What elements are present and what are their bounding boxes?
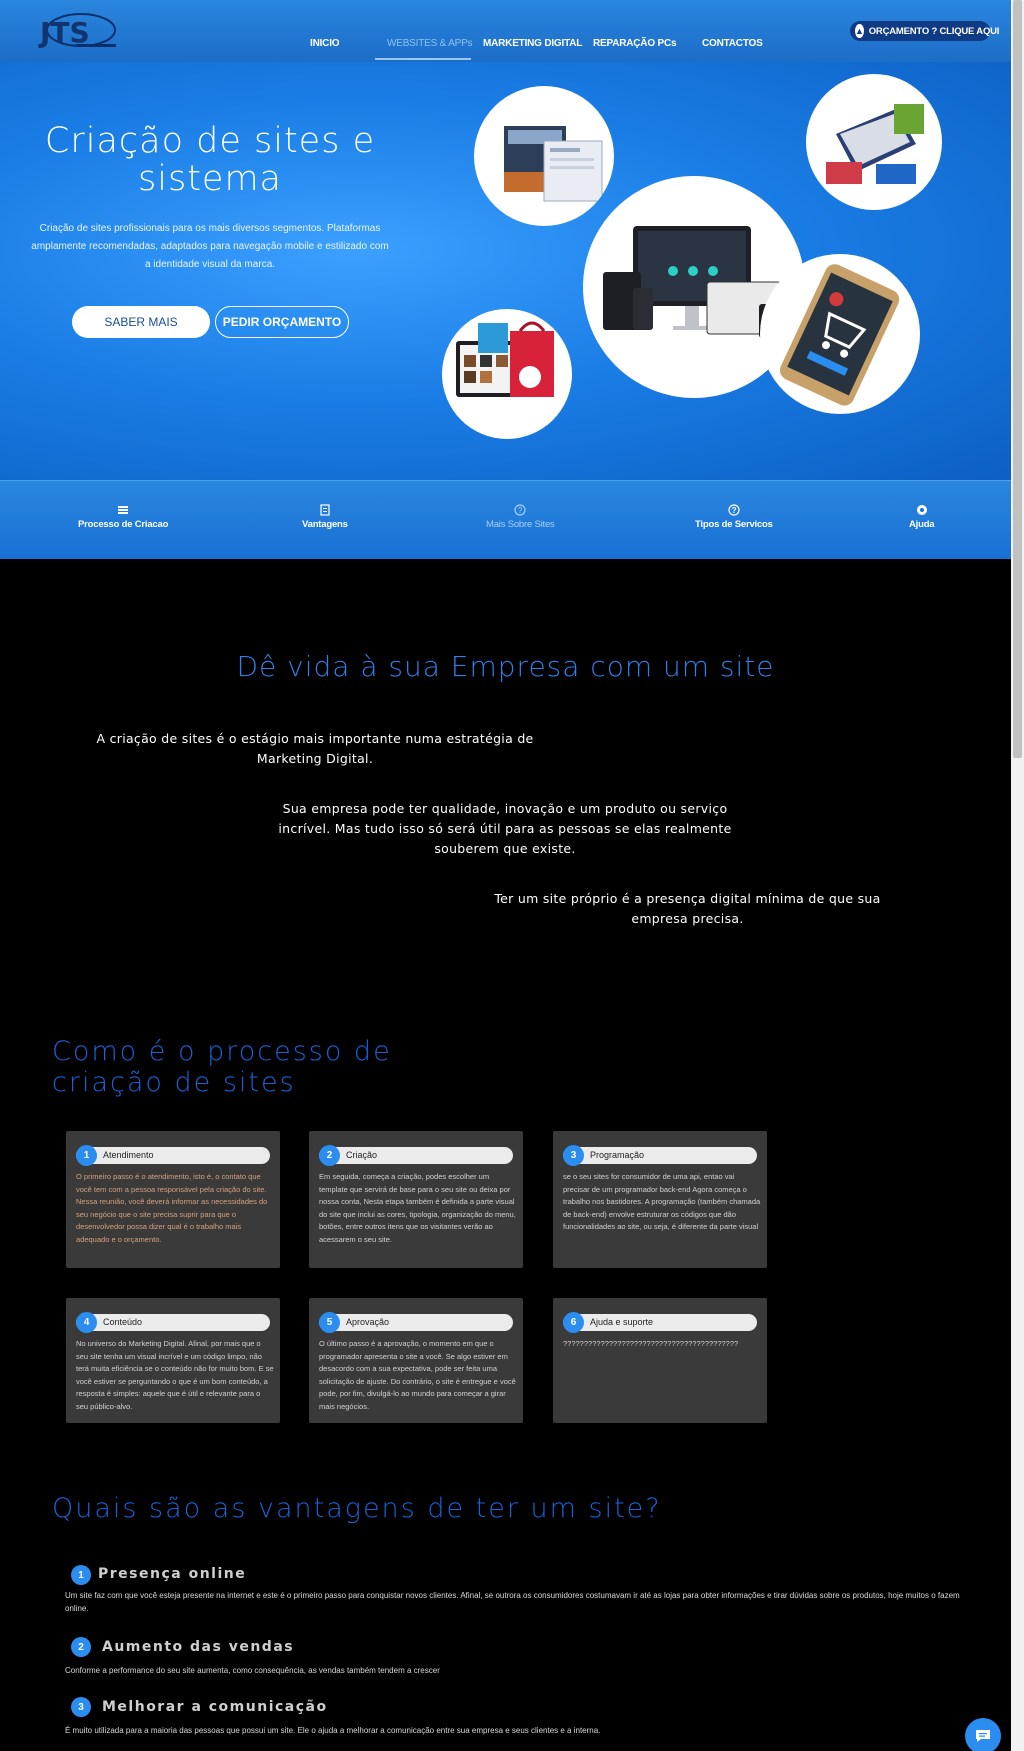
intro-paragraph-2: Sua empresa pode ter qualidade, inovação… <box>278 801 732 856</box>
tab-label: Ajuda <box>909 519 935 530</box>
advantage-text-3: É muito utilizada para a maioria das pes… <box>65 1726 601 1735</box>
active-nav-indicator <box>375 58 471 60</box>
card-text: ????????????????????????????????????????… <box>563 1339 739 1348</box>
hero-description: Criação de sites profissionais para os m… <box>31 223 389 270</box>
step-number: 5 <box>319 1312 340 1333</box>
advantages-section-title: Quais são as vantagens de ter um site? <box>52 1493 662 1524</box>
advantage-number: 2 <box>71 1637 91 1657</box>
process-card-2: 2 Criação Em seguida, começa a criação, … <box>309 1131 523 1268</box>
saber-mais-button[interactable]: SABER MAIS <box>72 306 210 338</box>
advantage-text-1: Um site faz com que você esteja presente… <box>65 1591 960 1613</box>
advantage-number: 3 <box>71 1697 91 1717</box>
quote-button-label: ORÇAMENTO ? CLIQUE AQUI <box>868 25 1000 37</box>
intro-title: Dê vida à sua Empresa com um site <box>236 650 775 683</box>
advantage-title-3: Melhorar a comunicação <box>102 1699 328 1715</box>
svg-text:?: ? <box>732 506 737 515</box>
step-number: 6 <box>563 1312 584 1333</box>
advantage-title-2: Aumento das vendas <box>102 1639 295 1655</box>
process-card-5: 5 Aprovação O último passo é a aprovação… <box>309 1298 523 1423</box>
chat-icon <box>976 1730 990 1742</box>
quote-button[interactable]: ▲ ORÇAMENTO ? CLIQUE AQUI <box>850 21 999 41</box>
step-number: 3 <box>563 1145 584 1166</box>
document-icon <box>320 504 330 516</box>
card-text: Em seguida, começa a criação, podes esco… <box>319 1172 516 1244</box>
site-logo[interactable]: JTS <box>36 10 118 50</box>
card-text: No universo do Marketing Digital. Afinal… <box>76 1339 274 1411</box>
process-card-4: 4 Conteúdo No universo do Marketing Digi… <box>66 1298 280 1423</box>
card-title: Atendimento <box>103 1150 154 1160</box>
advantage-number: 1 <box>71 1565 91 1585</box>
tab-label: Mais Sobre Sites <box>486 519 555 530</box>
tab-tipos-servicos[interactable]: ? Tipos de Servicos <box>695 504 773 530</box>
nav-websites-apps[interactable]: WEBSITES & APPs <box>387 38 473 49</box>
tab-ajuda[interactable]: Ajuda <box>909 504 935 530</box>
web-design-screens-image <box>474 86 614 226</box>
tab-mais-sobre-sites[interactable]: ? Mais Sobre Sites <box>486 504 555 530</box>
step-number: 1 <box>76 1145 97 1166</box>
camera-icon <box>916 505 927 515</box>
hero-section: Criação de sites e sistema Criação de si… <box>0 62 1011 480</box>
card-title: Criação <box>346 1150 378 1160</box>
flame-icon: ▲ <box>855 24 864 38</box>
help-circle-icon: ? <box>514 504 526 516</box>
nav-reparacao-pcs[interactable]: REPARAÇÃO PCs <box>593 38 677 49</box>
tab-processo-criacao[interactable]: Processo de Criacao <box>78 504 168 530</box>
process-section-title: Como é o processo de criação de sites <box>52 1036 392 1098</box>
laptop-website-image <box>806 74 942 210</box>
card-text: se o seu sites for consumidor de uma api… <box>563 1172 761 1231</box>
list-icon <box>118 506 129 514</box>
pedir-orcamento-button[interactable]: PEDIR ORÇAMENTO <box>215 306 349 338</box>
tab-label: Tipos de Servicos <box>695 519 773 530</box>
mobile-shopping-image <box>760 254 920 414</box>
nav-inicio[interactable]: INICIO <box>310 38 340 49</box>
process-card-3: 3 Programação se o seu sites for consumi… <box>553 1131 767 1268</box>
advantage-title-1: Presença online <box>98 1566 247 1582</box>
site-header: JTS INICIO WEBSITES & APPs MARKETING DIG… <box>0 0 1011 62</box>
step-number: 2 <box>319 1145 340 1166</box>
process-card-1: 1 Atendimento O primeiro passo é o atend… <box>66 1131 280 1268</box>
online-shopping-image <box>442 309 572 439</box>
scrollbar-thumb[interactable] <box>1013 0 1022 758</box>
tab-vantagens[interactable]: Vantagens <box>302 504 348 530</box>
card-title: Conteúdo <box>103 1317 143 1327</box>
intro-paragraph-3: Ter um site próprio é a presença digital… <box>494 891 881 926</box>
help-circle-icon: ? <box>728 504 740 516</box>
step-number: 4 <box>76 1312 97 1333</box>
advantage-text-2: Conforme a performance do seu site aumen… <box>65 1666 440 1675</box>
card-title: Programação <box>590 1150 645 1160</box>
card-text: O primeiro passo é o atendimento, isto é… <box>76 1172 268 1244</box>
nav-contactos[interactable]: CONTACTOS <box>702 38 763 49</box>
tab-label: Vantagens <box>302 519 348 530</box>
card-title: Ajuda e suporte <box>590 1317 654 1327</box>
card-text: O último passo é a aprovação, o momento … <box>319 1339 516 1411</box>
svg-text:?: ? <box>518 506 523 515</box>
chat-button[interactable] <box>965 1718 1001 1751</box>
card-title: Aprovação <box>346 1317 390 1327</box>
section-tabs-bar: Processo de Criacao Vantagens ? Mais Sob… <box>0 480 1011 559</box>
tab-label: Processo de Criacao <box>78 519 169 530</box>
hero-title: Criação de sites e sistema <box>44 121 376 199</box>
process-card-6: 6 Ajuda e suporte ??????????????????????… <box>553 1298 767 1423</box>
nav-marketing-digital[interactable]: MARKETING DIGITAL <box>483 38 582 49</box>
intro-paragraph-1: A criação de sites é o estágio mais impo… <box>96 731 534 766</box>
